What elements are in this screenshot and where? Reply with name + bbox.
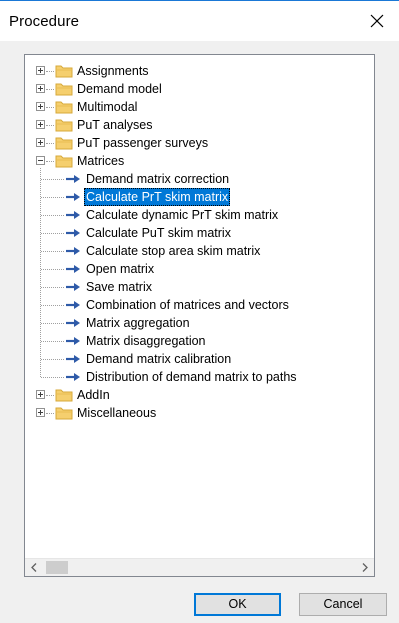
arrow-right-icon xyxy=(66,319,80,327)
tree-folder-row[interactable]: PuT analyses xyxy=(25,116,374,134)
chevron-right-icon xyxy=(362,563,368,572)
arrow-right-icon xyxy=(66,211,80,219)
tree-folder-label: Matrices xyxy=(77,154,125,168)
ok-button[interactable]: OK xyxy=(194,593,281,616)
arrow-right-icon xyxy=(66,229,80,237)
window-title: Procedure xyxy=(9,13,80,30)
close-icon xyxy=(370,14,384,28)
tree-procedure-row[interactable]: Matrix disaggregation xyxy=(25,332,374,350)
folder-icon xyxy=(55,101,73,114)
cancel-button[interactable]: Cancel xyxy=(299,593,387,616)
arrow-right-icon xyxy=(66,193,80,201)
folder-icon xyxy=(55,137,73,150)
tree-folder-row[interactable]: Matrices xyxy=(25,152,374,170)
tree-procedure-row[interactable]: Calculate dynamic PrT skim matrix xyxy=(25,206,374,224)
tree-procedure-label: Matrix aggregation xyxy=(86,316,190,330)
tree-folder-label: Assignments xyxy=(77,64,149,78)
tree-procedure-row[interactable]: Calculate PuT skim matrix xyxy=(25,224,374,242)
arrow-right-icon xyxy=(66,301,80,309)
scroll-right-button[interactable] xyxy=(356,559,374,576)
close-button[interactable] xyxy=(355,1,399,41)
folder-icon xyxy=(55,65,73,78)
tree-procedure-label: Calculate dynamic PrT skim matrix xyxy=(86,208,279,222)
tree-procedure-row[interactable]: Demand matrix correction xyxy=(25,170,374,188)
arrow-right-icon xyxy=(66,247,80,255)
tree-procedure-label: Combination of matrices and vectors xyxy=(86,298,289,312)
tree-procedure-label: Calculate PrT skim matrix xyxy=(84,188,231,206)
tree-folder-row[interactable]: PuT passenger surveys xyxy=(25,134,374,152)
tree-folder-row[interactable]: Assignments xyxy=(25,62,374,80)
chevron-left-icon xyxy=(31,563,37,572)
tree-procedure-row[interactable]: Matrix aggregation xyxy=(25,314,374,332)
tree-folder-label: PuT analyses xyxy=(77,118,153,132)
tree-procedure-row[interactable]: Save matrix xyxy=(25,278,374,296)
tree-procedure-label: Calculate stop area skim matrix xyxy=(86,244,261,258)
folder-icon xyxy=(55,119,73,132)
folder-icon xyxy=(55,83,73,96)
expand-icon[interactable] xyxy=(36,120,45,129)
arrow-right-icon xyxy=(66,175,80,183)
tree-folder-row[interactable]: Multimodal xyxy=(25,98,374,116)
tree-folder-row[interactable]: Demand model xyxy=(25,80,374,98)
folder-icon xyxy=(55,155,73,168)
tree-connector-line xyxy=(40,168,41,377)
arrow-right-icon xyxy=(66,355,80,363)
tree-procedure-label: Matrix disaggregation xyxy=(86,334,206,348)
tree-procedure-row[interactable]: Combination of matrices and vectors xyxy=(25,296,374,314)
tree-folder-label: AddIn xyxy=(77,388,110,402)
tree-folder-row[interactable]: AddIn xyxy=(25,386,374,404)
arrow-right-icon xyxy=(66,337,80,345)
tree-procedure-label: Calculate PuT skim matrix xyxy=(86,226,231,240)
folder-icon xyxy=(55,389,73,402)
horizontal-scrollbar[interactable] xyxy=(25,558,374,576)
collapse-icon[interactable] xyxy=(36,156,45,165)
tree-procedure-row[interactable]: Demand matrix calibration xyxy=(25,350,374,368)
arrow-right-icon xyxy=(66,283,80,291)
tree-procedure-label: Demand matrix calibration xyxy=(86,352,232,366)
procedure-tree[interactable]: Assignments Demand model Multimodal PuT ana… xyxy=(24,54,375,577)
tree-folder-label: Miscellaneous xyxy=(77,406,157,420)
expand-icon[interactable] xyxy=(36,390,45,399)
tree-folder-label: Demand model xyxy=(77,82,162,96)
expand-icon[interactable] xyxy=(36,66,45,75)
tree-procedure-row[interactable]: Distribution of demand matrix to paths xyxy=(25,368,374,386)
tree-procedure-label: Open matrix xyxy=(86,262,155,276)
scroll-left-button[interactable] xyxy=(25,559,43,576)
tree-procedure-label: Distribution of demand matrix to paths xyxy=(86,370,297,384)
tree-procedure-label: Save matrix xyxy=(86,280,152,294)
tree-procedure-row[interactable]: Open matrix xyxy=(25,260,374,278)
tree-folder-label: PuT passenger surveys xyxy=(77,136,209,150)
expand-icon[interactable] xyxy=(36,138,45,147)
expand-icon[interactable] xyxy=(36,102,45,111)
expand-icon[interactable] xyxy=(36,408,45,417)
tree-procedure-row[interactable]: Calculate PrT skim matrix xyxy=(25,188,374,206)
tree-procedure-label: Demand matrix correction xyxy=(86,172,230,186)
tree-folder-label: Multimodal xyxy=(77,100,138,114)
title-bar[interactable]: Procedure xyxy=(0,1,399,41)
procedure-dialog: Procedure Assignments Demand model Multimo… xyxy=(0,1,399,623)
tree-view[interactable]: Assignments Demand model Multimodal PuT ana… xyxy=(25,55,374,558)
scroll-thumb[interactable] xyxy=(46,561,68,574)
tree-procedure-row[interactable]: Calculate stop area skim matrix xyxy=(25,242,374,260)
folder-icon xyxy=(55,407,73,420)
tree-folder-row[interactable]: Miscellaneous xyxy=(25,404,374,422)
arrow-right-icon xyxy=(66,265,80,273)
arrow-right-icon xyxy=(66,373,80,381)
expand-icon[interactable] xyxy=(36,84,45,93)
